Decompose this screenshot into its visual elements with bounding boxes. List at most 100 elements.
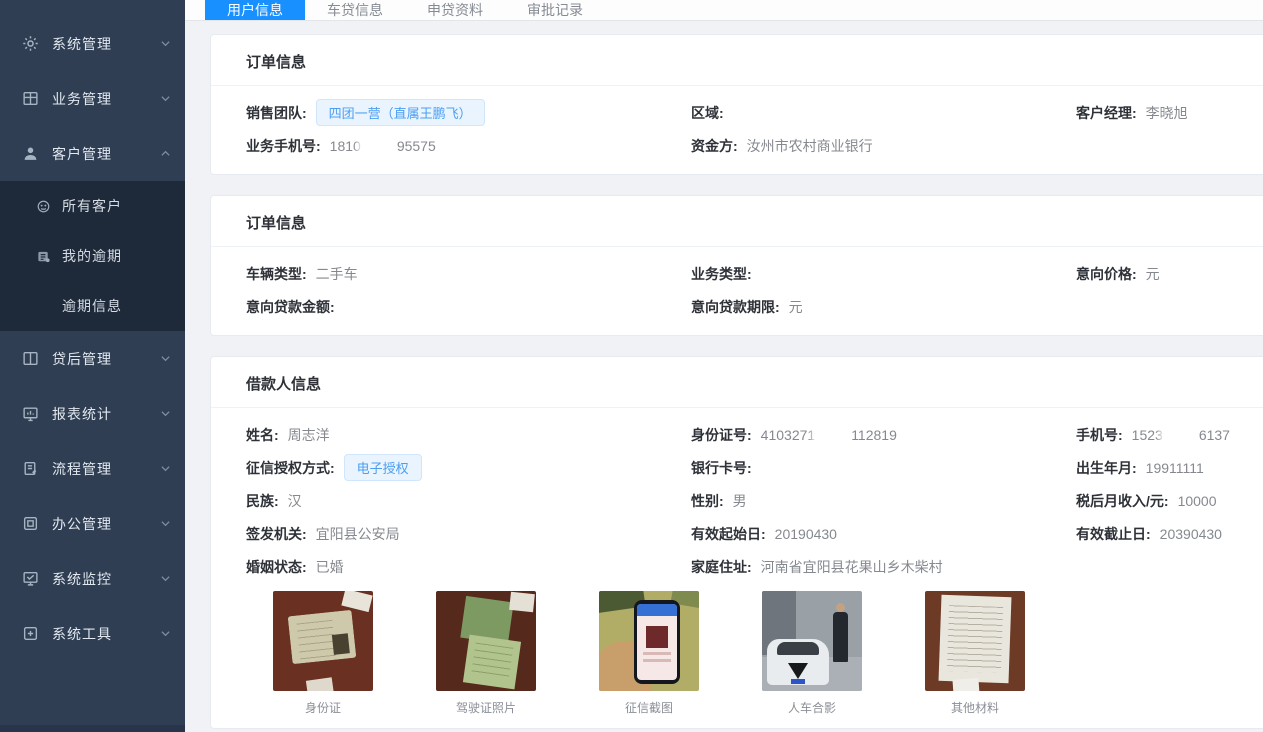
field-label: 意向价格:	[1076, 264, 1137, 284]
field-label: 客户经理:	[1076, 103, 1137, 123]
field-label: 销售团队:	[246, 103, 307, 123]
field-value: 元	[789, 297, 803, 317]
tab-loan-application-docs[interactable]: 申贷资料	[405, 0, 505, 20]
sidebar-item-office-management[interactable]: 办公管理	[0, 496, 185, 551]
field-label: 民族:	[246, 491, 279, 511]
card-title: 借款人信息	[211, 357, 1263, 408]
sidebar-item-system-monitoring[interactable]: 系统监控	[0, 551, 185, 606]
report-icon	[22, 405, 39, 422]
photo-caption: 人车合影	[762, 699, 862, 716]
sidebar-item-system-tools[interactable]: 系统工具	[0, 606, 185, 661]
field-label: 签发机关:	[246, 524, 307, 544]
field-name: 姓名: 周志洋	[246, 418, 691, 451]
person-car-photo[interactable]	[762, 591, 862, 691]
chevron-down-icon	[160, 408, 171, 419]
field-row: 签发机关: 宜阳县公安局 有效起始日: 20190430 有效截止日: 2039…	[246, 517, 1263, 550]
field-label: 有效截止日:	[1076, 524, 1151, 544]
sidebar-item-system-management[interactable]: 系统管理	[0, 16, 185, 71]
field-empty	[1076, 290, 1263, 323]
tab-car-loan-info[interactable]: 车贷信息	[305, 0, 405, 20]
sidebar-item-customer-management[interactable]: 客户管理	[0, 126, 185, 181]
field-label: 资金方:	[691, 136, 738, 156]
chevron-down-icon	[160, 353, 171, 364]
field-value: 20390430	[1160, 526, 1222, 542]
tab-approval-records[interactable]: 审批记录	[505, 0, 605, 20]
sidebar-item-business-management[interactable]: 业务管理	[0, 71, 185, 126]
field-gender: 性别: 男	[691, 484, 1076, 517]
field-account-manager: 客户经理: 李晓旭	[1076, 96, 1263, 129]
card-title: 订单信息	[211, 196, 1263, 247]
field-row: 姓名: 周志洋 身份证号: 4103271 112819 手机号: 1523 6…	[246, 418, 1263, 451]
phone-qr-photo[interactable]	[599, 591, 699, 691]
field-valid-to: 有效截止日: 20390430	[1076, 517, 1263, 550]
photo-caption: 驾驶证照片	[436, 699, 536, 716]
card-body: 销售团队: 四团一营（直属王鹏飞） 区域: 客户经理: 李晓旭 业务手机号:	[211, 86, 1263, 174]
monitor-icon	[22, 570, 39, 587]
field-value: 汉	[288, 491, 302, 511]
field-label: 业务类型:	[691, 264, 752, 284]
sidebar-item-label: 系统工具	[52, 624, 160, 644]
field-label: 有效起始日:	[691, 524, 766, 544]
field-value: 河南省宜阳县花果山乡木柴村	[761, 557, 943, 577]
sidebar-subitem-my-overdue[interactable]: 我的逾期	[0, 231, 185, 281]
sidebar-item-label: 报表统计	[52, 404, 160, 424]
credit-auth-tag: 电子授权	[344, 454, 422, 481]
field-sales-team: 销售团队: 四团一营（直属王鹏飞）	[246, 96, 691, 129]
sales-team-tag[interactable]: 四团一营（直属王鹏飞）	[316, 99, 485, 126]
field-value: 汝州市农村商业银行	[747, 136, 873, 156]
field-id-number: 身份证号: 4103271 112819	[691, 418, 1076, 451]
sidebar-item-process-management[interactable]: 流程管理	[0, 441, 185, 496]
tab-user-info[interactable]: 用户信息	[205, 0, 305, 20]
field-label: 手机号:	[1076, 425, 1123, 445]
id-card-photo[interactable]	[273, 591, 373, 691]
sidebar-subitem-label: 逾期信息	[62, 296, 122, 316]
field-row: 婚姻状态: 已婚 家庭住址: 河南省宜阳县花果山乡木柴村	[246, 550, 1263, 583]
field-empty	[1076, 550, 1263, 583]
chevron-down-icon	[160, 463, 171, 474]
field-funding-party: 资金方: 汝州市农村商业银行	[691, 129, 1076, 162]
order-info-card-1: 订单信息 销售团队: 四团一营（直属王鹏飞） 区域: 客户经理: 李晓旭	[210, 34, 1263, 175]
customer-management-submenu: 所有客户 我的逾期 逾期信息	[0, 181, 185, 331]
field-value: 20190430	[775, 526, 837, 542]
tab-content: 订单信息 销售团队: 四团一营（直属王鹏飞） 区域: 客户经理: 李晓旭	[185, 21, 1263, 732]
field-value-suffix: 112819	[851, 427, 897, 443]
tools-icon	[22, 625, 39, 642]
field-row: 业务手机号: 1810 95575 资金方: 汝州市农村商业银行	[246, 129, 1263, 162]
sidebar-item-postloan-management[interactable]: 贷后管理	[0, 331, 185, 386]
sidebar: 系统管理 业务管理 客户管理 所有客户 我的逾期 逾期信息 贷后管理 报表统计	[0, 0, 185, 732]
field-label: 意向贷款期限:	[691, 297, 780, 317]
document-photo[interactable]	[925, 591, 1025, 691]
sidebar-subitem-label: 所有客户	[62, 196, 122, 216]
sidebar-item-label: 系统监控	[52, 569, 160, 589]
process-icon	[22, 460, 39, 477]
field-value: 10000	[1178, 493, 1217, 509]
sidebar-subitem-overdue-info[interactable]: 逾期信息	[0, 281, 185, 331]
chevron-down-icon	[160, 628, 171, 639]
field-bank-card-number: 银行卡号:	[691, 451, 1076, 484]
borrower-info-card: 借款人信息 姓名: 周志洋 身份证号: 4103271 112819 手机号:	[210, 356, 1263, 729]
field-label: 婚姻状态:	[246, 557, 307, 577]
photo-caption: 身份证	[273, 699, 373, 716]
field-row: 销售团队: 四团一营（直属王鹏飞） 区域: 客户经理: 李晓旭	[246, 96, 1263, 129]
sidebar-subitem-all-customers[interactable]: 所有客户	[0, 181, 185, 231]
field-intent-price: 意向价格: 元	[1076, 257, 1263, 290]
field-empty	[1076, 129, 1263, 162]
field-issuing-authority: 签发机关: 宜阳县公安局	[246, 517, 691, 550]
photo-caption: 征信截图	[599, 699, 699, 716]
chevron-up-icon	[160, 148, 171, 159]
photo-item: 人车合影	[762, 591, 862, 716]
field-label: 区域:	[691, 103, 724, 123]
chevron-down-icon	[160, 573, 171, 584]
field-value: 李晓旭	[1146, 103, 1188, 123]
field-label: 姓名:	[246, 425, 279, 445]
photo-item: 驾驶证照片	[436, 591, 536, 716]
green-booklet-photo[interactable]	[436, 591, 536, 691]
user-icon	[22, 145, 39, 162]
sidebar-item-label: 贷后管理	[52, 349, 160, 369]
sidebar-item-report-statistics[interactable]: 报表统计	[0, 386, 185, 441]
photo-item: 身份证	[273, 591, 373, 716]
field-business-type: 业务类型:	[691, 257, 1076, 290]
field-label: 性别:	[691, 491, 724, 511]
gear-icon	[22, 35, 39, 52]
field-intent-loan-amount: 意向贷款金额:	[246, 290, 691, 323]
